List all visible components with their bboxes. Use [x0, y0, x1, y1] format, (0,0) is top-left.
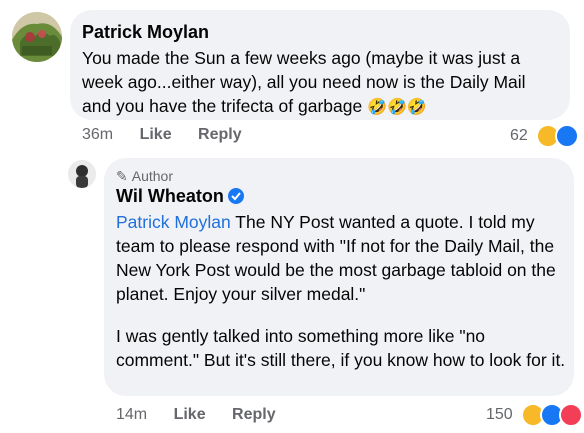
comment-text: You made the Sun a few weeks ago (maybe … — [82, 48, 526, 116]
reaction-count: 62 — [510, 127, 528, 144]
avatar-image — [12, 12, 62, 62]
like-icon — [554, 124, 579, 148]
reaction-count: 150 — [486, 406, 513, 423]
reply-actions: 14m Like Reply — [116, 406, 298, 424]
reply-avatar[interactable] — [68, 160, 96, 188]
like-button[interactable]: Like — [174, 406, 206, 423]
avatar[interactable] — [12, 12, 62, 62]
mention-link[interactable]: Patrick Moylan — [116, 212, 231, 232]
reply-bubble: ✎ Author Wil Wheaton Patrick Moylan The N… — [104, 158, 574, 396]
reaction-summary[interactable]: 62 — [510, 124, 579, 148]
comment-author[interactable]: Patrick Moylan — [82, 22, 209, 43]
love-icon — [558, 403, 583, 427]
reply-button[interactable]: Reply — [232, 406, 276, 423]
comment-actions: 36m Like Reply — [82, 126, 264, 144]
verified-badge-icon — [227, 188, 244, 204]
emoji-rofl-group: 🤣🤣🤣 — [367, 99, 427, 116]
pencil-icon: ✎ — [116, 168, 128, 184]
reply-time[interactable]: 14m — [116, 406, 147, 423]
author-badge: ✎ Author — [116, 168, 173, 184]
avatar-image — [68, 160, 96, 188]
comment-time[interactable]: 36m — [82, 126, 113, 143]
like-button[interactable]: Like — [140, 126, 172, 143]
reply-button[interactable]: Reply — [198, 126, 242, 143]
comment-bubble: Patrick Moylan You made the Sun a few we… — [70, 10, 570, 120]
reaction-summary[interactable]: 150 — [486, 403, 583, 427]
reply-author[interactable]: Wil Wheaton — [116, 186, 244, 207]
reply-text: Patrick Moylan The NY Post wanted a quot… — [116, 212, 566, 370]
